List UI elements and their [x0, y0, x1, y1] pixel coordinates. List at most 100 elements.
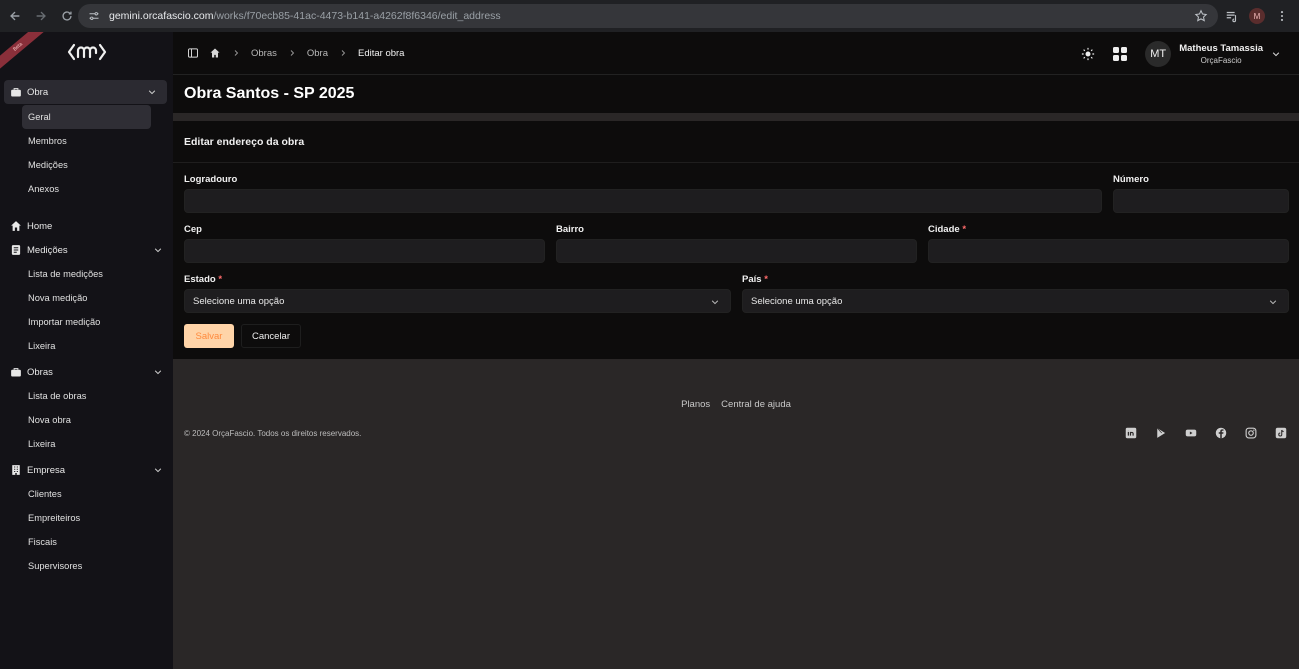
- app-logo[interactable]: [67, 41, 107, 68]
- chevron-down-icon: [711, 300, 719, 305]
- sidebar-section-obras[interactable]: Obras: [0, 360, 173, 384]
- sidebar-item-medicoes[interactable]: Medições: [0, 153, 173, 177]
- logradouro-input[interactable]: [184, 189, 1102, 213]
- chevron-down-icon[interactable]: [1271, 49, 1281, 59]
- sidebar-section-obra[interactable]: Obra: [4, 80, 167, 104]
- breadcrumb-obra[interactable]: Obra: [307, 48, 328, 59]
- sidebar-item-lista-medicoes[interactable]: Lista de medições: [0, 262, 173, 286]
- chevron-down-icon: [154, 370, 162, 375]
- bairro-input[interactable]: [556, 239, 917, 263]
- footer-link-planos[interactable]: Planos: [681, 399, 710, 410]
- chevron-right-icon: [290, 50, 295, 56]
- tiktok-icon[interactable]: [1275, 427, 1287, 439]
- forward-button[interactable]: [30, 5, 52, 27]
- user-avatar[interactable]: MT: [1145, 40, 1172, 67]
- browser-actions: M: [1225, 0, 1299, 32]
- sidebar-item-lixeira-obras[interactable]: Lixeira: [0, 432, 173, 456]
- top-header: Obras Obra Editar obra MT Matheus Tamass…: [173, 32, 1299, 75]
- social-links: [1125, 427, 1287, 439]
- estado-select-value: Selecione uma opção: [193, 295, 285, 307]
- user-org: OrçaFascio: [1200, 55, 1242, 65]
- estado-select[interactable]: Selecione uma opção: [184, 289, 731, 313]
- sidebar: Beta Obra Geral Membros Medições Anexos …: [0, 32, 173, 669]
- reload-button[interactable]: [56, 5, 78, 27]
- apps-grid-icon[interactable]: [1112, 46, 1128, 62]
- sidebar-item-label: Home: [27, 220, 53, 232]
- url-host: gemini.orcafascio.com: [109, 10, 214, 22]
- chevron-down-icon: [148, 90, 156, 95]
- environment-ribbon: Beta: [0, 32, 52, 76]
- address-bar[interactable]: gemini.orcafascio.com/works/f70ecb85-41a…: [78, 4, 1218, 28]
- footer-link-central-ajuda[interactable]: Central de ajuda: [721, 399, 791, 410]
- chevron-down-icon: [154, 468, 162, 473]
- sidebar-item-geral[interactable]: Geral: [22, 105, 151, 129]
- play-icon[interactable]: [1155, 427, 1167, 439]
- youtube-icon[interactable]: [1185, 427, 1197, 439]
- chevron-right-icon: [234, 50, 239, 56]
- sidebar-item-anexos[interactable]: Anexos: [0, 177, 173, 201]
- building-icon: [12, 465, 20, 475]
- sidebar-section-label: Obras: [27, 366, 53, 378]
- sidebar-item-supervisores[interactable]: Supervisores: [0, 554, 173, 578]
- sidebar-item-lista-obras[interactable]: Lista de obras: [0, 384, 173, 408]
- facebook-icon[interactable]: [1215, 427, 1227, 439]
- sidebar-item-fiscais[interactable]: Fiscais: [0, 530, 173, 554]
- more-vertical-icon[interactable]: [1275, 9, 1289, 23]
- sidebar-item-membros[interactable]: Membros: [0, 129, 173, 153]
- numero-input[interactable]: [1113, 189, 1289, 213]
- linkedin-icon[interactable]: [1125, 427, 1137, 439]
- browser-toolbar: gemini.orcafascio.com/works/f70ecb85-41a…: [0, 0, 1299, 32]
- breadcrumb: Obras Obra Editar obra: [187, 47, 404, 59]
- chevron-right-icon: [341, 50, 346, 56]
- sidebar-section-medicoes[interactable]: Medições: [0, 238, 173, 262]
- footer: Planos Central de ajuda © 2024 OrçaFasci…: [173, 359, 1299, 669]
- edit-address-card: Editar endereço da obra Logradouro Númer…: [173, 121, 1299, 359]
- sidebar-item-nova-obra[interactable]: Nova obra: [0, 408, 173, 432]
- briefcase-icon: [11, 368, 21, 377]
- chevron-down-icon: [154, 248, 162, 253]
- page-title-bar: Obra Santos - SP 2025: [173, 75, 1299, 113]
- sidebar-section-label: Obra: [27, 86, 49, 98]
- sun-icon[interactable]: [1081, 47, 1095, 61]
- cep-input[interactable]: [184, 239, 545, 263]
- sidebar-section-label: Empresa: [27, 464, 66, 476]
- sidebar-item-empreiteiros[interactable]: Empreiteiros: [0, 506, 173, 530]
- back-button[interactable]: [4, 5, 26, 27]
- cancel-button[interactable]: Cancelar: [241, 324, 301, 348]
- sidebar-item-importar-medicao[interactable]: Importar medição: [0, 310, 173, 334]
- header-actions: MT Matheus Tamassia OrçaFascio: [1081, 32, 1281, 75]
- instagram-icon[interactable]: [1245, 427, 1257, 439]
- briefcase-icon: [11, 88, 21, 97]
- home-icon: [11, 221, 21, 231]
- sidebar-item-lixeira-medicoes[interactable]: Lixeira: [0, 334, 173, 358]
- site-settings-icon[interactable]: [88, 10, 100, 22]
- page-title: Obra Santos - SP 2025: [184, 85, 355, 102]
- estado-label-text: Estado: [184, 274, 216, 285]
- profile-avatar[interactable]: M: [1249, 8, 1265, 24]
- url-path: /works/f70ecb85-41ac-4473-b141-a4262f8f6…: [213, 10, 501, 22]
- cidade-label-text: Cidade: [928, 224, 960, 235]
- sidebar-section-empresa[interactable]: Empresa: [0, 458, 173, 482]
- chevron-down-icon: [1269, 300, 1277, 305]
- sidebar-item-nova-medicao[interactable]: Nova medição: [0, 286, 173, 310]
- sidebar-item-home[interactable]: Home: [0, 214, 173, 238]
- estado-label: Estado *: [184, 274, 222, 285]
- cidade-input[interactable]: [928, 239, 1289, 263]
- cidade-label: Cidade *: [928, 224, 966, 235]
- orcafascio-logo-icon: [67, 43, 106, 60]
- sidebar-item-clientes[interactable]: Clientes: [0, 482, 173, 506]
- pais-select[interactable]: Selecione uma opção: [742, 289, 1289, 313]
- media-control-icon[interactable]: [1225, 9, 1239, 23]
- logo-area: Beta: [0, 32, 173, 76]
- pais-label: País *: [742, 274, 768, 285]
- breadcrumb-obras[interactable]: Obras: [251, 48, 277, 59]
- save-button[interactable]: Salvar: [184, 324, 234, 348]
- user-menu[interactable]: Matheus Tamassia OrçaFascio: [1179, 43, 1263, 65]
- arrow-left-icon: [10, 11, 20, 21]
- sidebar-toggle-icon[interactable]: [187, 47, 199, 59]
- bookmark-star-icon[interactable]: [1194, 9, 1208, 23]
- footer-links: Planos Central de ajuda: [173, 399, 1299, 410]
- user-name: Matheus Tamassia: [1179, 42, 1263, 54]
- required-mark: *: [218, 274, 223, 285]
- home-icon[interactable]: [209, 47, 221, 59]
